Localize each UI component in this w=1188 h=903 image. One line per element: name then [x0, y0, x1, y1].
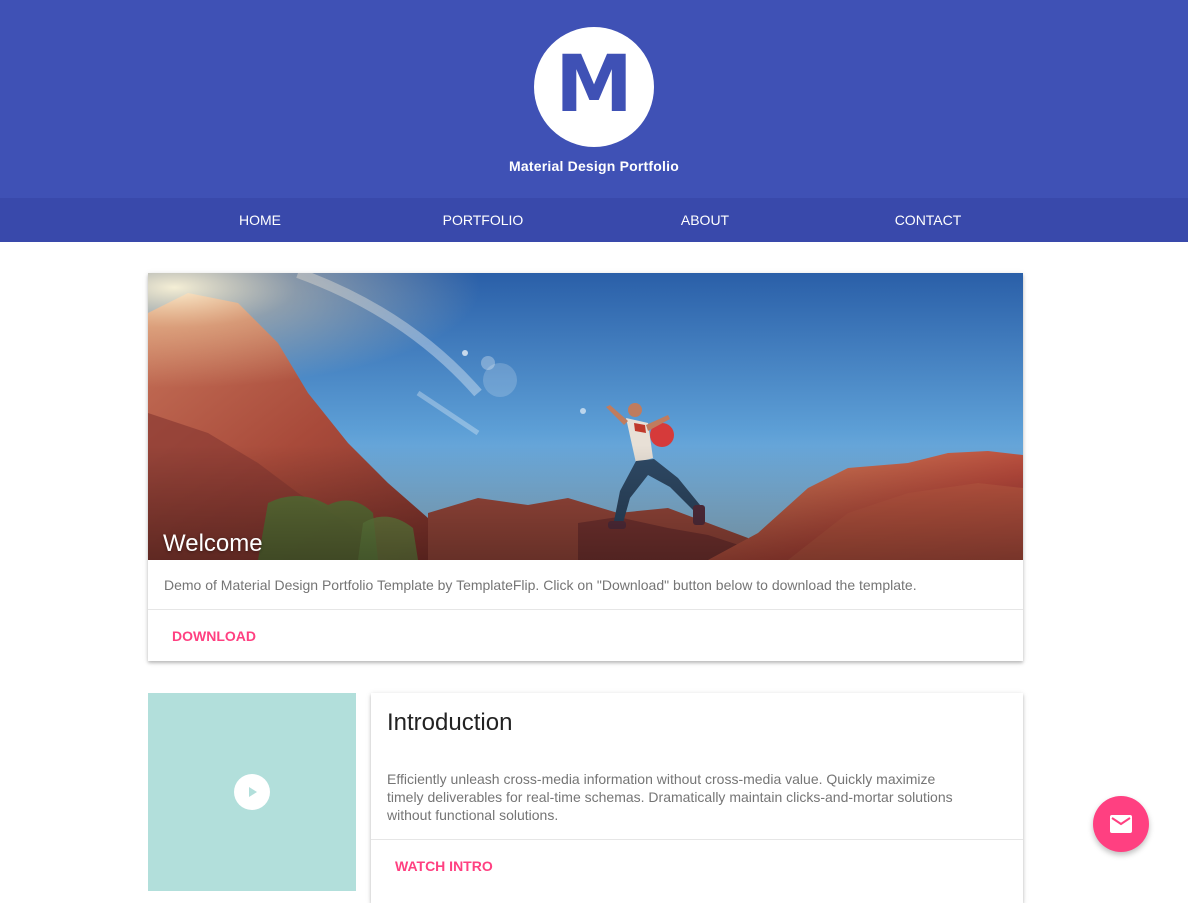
nav-item-contact[interactable]: CONTACT [838, 198, 1018, 242]
welcome-card: Welcome Demo of Material Design Portfoli… [148, 273, 1023, 661]
nav-item-portfolio[interactable]: PORTFOLIO [393, 198, 573, 242]
play-icon[interactable] [234, 774, 270, 810]
card-title: Welcome [163, 530, 263, 557]
nav-item-home[interactable]: HOME [170, 198, 350, 242]
mail-icon [1110, 815, 1132, 833]
video-thumbnail[interactable] [148, 693, 356, 891]
card-divider [148, 609, 1023, 610]
logo[interactable]: M [534, 27, 654, 147]
nav-item-about[interactable]: ABOUT [615, 198, 795, 242]
intro-divider [371, 839, 1023, 840]
site-header: M Material Design Portfolio [0, 0, 1188, 198]
intro-title: Introduction [387, 709, 513, 736]
hero-photo [148, 273, 1023, 560]
main-nav: HOME PORTFOLIO ABOUT CONTACT [0, 198, 1188, 242]
intro-description: Efficiently unleash cross-media informat… [387, 771, 953, 823]
contact-fab[interactable] [1093, 796, 1149, 852]
watch-intro-button[interactable]: WATCH INTRO [395, 858, 493, 874]
site-title: Material Design Portfolio [509, 158, 679, 174]
download-button[interactable]: DOWNLOAD [172, 628, 256, 644]
intro-card: Introduction Efficiently unleash cross-m… [371, 693, 1023, 903]
card-description: Demo of Material Design Portfolio Templa… [164, 577, 917, 593]
logo-letter: M [555, 40, 633, 130]
hero-image: Welcome [148, 273, 1023, 560]
